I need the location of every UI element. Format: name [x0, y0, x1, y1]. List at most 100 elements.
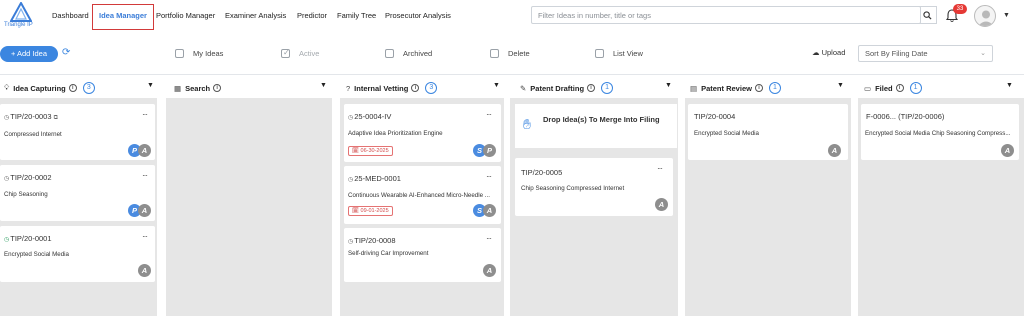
card-id: 25-MED-0001: [354, 174, 401, 183]
chevron-down-icon[interactable]: ▼: [1003, 12, 1010, 19]
info-icon[interactable]: i: [411, 84, 420, 92]
more-options-icon[interactable]: ···: [486, 110, 492, 119]
nav-family-tree[interactable]: Family Tree: [337, 11, 376, 20]
document-icon: ▤: [690, 83, 698, 93]
search-input[interactable]: [538, 9, 908, 22]
idea-card[interactable]: ◷TIP/20-0003 ⧉ Compressed Internet ··· P…: [0, 104, 155, 160]
column-title: Internal Vetting: [354, 83, 409, 93]
more-options-icon[interactable]: ···: [486, 172, 492, 181]
user-avatar[interactable]: [974, 5, 996, 27]
idea-card[interactable]: ◷TIP/20-0001 Encrypted Social Media ··· …: [0, 226, 155, 282]
logo-text: Triangle IP: [4, 22, 33, 28]
lightbulb-icon: 💡︎: [4, 83, 10, 92]
filter-label: Active: [299, 49, 320, 58]
column-header-internal-vetting: ? Internal Vetting i 3: [346, 80, 438, 96]
card-id: TIP/20-0005: [521, 168, 563, 177]
sort-select[interactable]: Sort By Filing Date ⌄: [858, 45, 993, 62]
card-title: Encrypted Social Media Chip Seasoning Co…: [865, 130, 1011, 137]
checkbox-archived[interactable]: [385, 49, 394, 58]
checkbox-delete[interactable]: [490, 49, 499, 58]
more-options-icon[interactable]: ···: [657, 164, 663, 173]
card-title: Chip Seasoning: [4, 191, 48, 198]
more-options-icon[interactable]: ···: [142, 232, 148, 241]
search-box: [531, 6, 921, 24]
filter-my-ideas[interactable]: My Ideas: [175, 49, 223, 58]
column-header-patent-drafting: ✎ Patent Drafting i 1: [520, 80, 614, 96]
chevron-down-icon[interactable]: ▼: [320, 82, 327, 89]
drop-zone-text: Drop Idea(s) To Merge Into Filing: [543, 115, 660, 124]
filter-archived[interactable]: Archived: [385, 49, 432, 58]
column-title: Idea Capturing: [13, 83, 66, 93]
drop-zone[interactable]: ✋︎ Drop Idea(s) To Merge Into Filing: [515, 104, 677, 148]
nav-examiner-analysis[interactable]: Examiner Analysis: [225, 11, 286, 20]
avatar: A: [138, 144, 151, 157]
column-title: Patent Drafting: [530, 83, 585, 93]
filter-list-view[interactable]: List View: [595, 49, 643, 58]
idea-card[interactable]: ◷TIP/20-0008 Self-driving Car Improvemen…: [344, 228, 501, 282]
avatar: A: [1001, 144, 1014, 157]
card-id: TIP/20-0002: [10, 173, 52, 182]
info-icon[interactable]: i: [587, 84, 596, 92]
due-date-badge: 🗓︎ 06-30-2025: [348, 146, 393, 156]
app-logo[interactable]: Triangle IP: [4, 2, 40, 30]
column-header-patent-review: ▤ Patent Review i 1: [690, 80, 781, 96]
avatar: P: [483, 144, 496, 157]
info-icon[interactable]: i: [754, 84, 763, 92]
more-options-icon[interactable]: ···: [142, 110, 148, 119]
filter-active[interactable]: Active: [281, 48, 320, 58]
column-count: 3: [425, 82, 438, 94]
lane-search: [166, 98, 332, 316]
avatar: A: [655, 198, 668, 211]
checkbox-list-view[interactable]: [595, 49, 604, 58]
nav-portfolio-manager[interactable]: Portfolio Manager: [156, 11, 215, 20]
nav-predictor[interactable]: Predictor: [297, 11, 327, 20]
avatar: A: [828, 144, 841, 157]
nav-active-highlight: [92, 4, 154, 30]
checkbox-active[interactable]: [281, 48, 290, 58]
add-idea-button[interactable]: + Add Idea: [0, 46, 58, 62]
chevron-down-icon[interactable]: ▼: [665, 82, 672, 89]
nav-prosecutor-analysis[interactable]: Prosecutor Analysis: [385, 11, 451, 20]
avatar: A: [138, 264, 151, 277]
nav-dashboard[interactable]: Dashboard: [52, 11, 89, 20]
upload-button[interactable]: ☁ Upload: [812, 48, 845, 57]
card-title: Compressed Internet: [4, 131, 62, 138]
idea-card[interactable]: TIP/20-0004 Encrypted Social Media A: [688, 104, 848, 160]
clock-icon: ◷: [4, 115, 10, 121]
idea-card[interactable]: TIP/20-0005 Chip Seasoning Compressed In…: [515, 158, 673, 216]
refresh-icon[interactable]: ⟳: [62, 48, 70, 58]
idea-card[interactable]: ◷25-0004-IV Adaptive Idea Prioritization…: [344, 104, 501, 162]
column-count: 1: [601, 82, 614, 94]
info-icon[interactable]: i: [895, 84, 904, 92]
card-title: Encrypted Social Media: [694, 130, 760, 137]
card-id: TIP/20-0001: [10, 234, 52, 243]
idea-card[interactable]: ◷TIP/20-0002 Chip Seasoning ··· P A: [0, 165, 155, 221]
card-id: TIP/20-0008: [354, 236, 396, 245]
filter-label: List View: [613, 49, 643, 58]
top-navbar: Triangle IP Dashboard Idea Manager Portf…: [0, 0, 1024, 33]
chevron-down-icon[interactable]: ▼: [493, 82, 500, 89]
column-title: Search: [185, 83, 211, 93]
filter-delete[interactable]: Delete: [490, 49, 530, 58]
toolbar: + Add Idea ⟳ My Ideas Active Archived De…: [0, 40, 1024, 66]
card-id: F-0006... (TIP/20-0006): [866, 112, 945, 121]
search-icon: [923, 10, 932, 20]
info-icon[interactable]: i: [68, 84, 77, 92]
card-id: TIP/20-0004: [694, 112, 736, 121]
notification-count-badge: 33: [953, 4, 967, 14]
card-title: Continuous Wearable AI-Enhanced Micro-Ne…: [348, 192, 490, 199]
clock-icon: ◷: [348, 177, 354, 183]
checkbox-my-ideas[interactable]: [175, 49, 184, 58]
more-options-icon[interactable]: ···: [486, 234, 492, 243]
idea-card[interactable]: F-0006... (TIP/20-0006) Encrypted Social…: [861, 104, 1019, 160]
search-button[interactable]: [919, 6, 937, 24]
more-options-icon[interactable]: ···: [142, 171, 148, 180]
calendar-icon: ▦: [174, 83, 182, 93]
chevron-down-icon[interactable]: ▼: [1006, 82, 1013, 89]
user-icon: [978, 10, 994, 26]
info-icon[interactable]: i: [213, 84, 222, 92]
column-count: 3: [82, 82, 95, 94]
chevron-down-icon[interactable]: ▼: [837, 82, 844, 89]
chevron-down-icon[interactable]: ▼: [147, 82, 154, 89]
idea-card[interactable]: ◷25-MED-0001 Continuous Wearable AI-Enha…: [344, 166, 501, 224]
